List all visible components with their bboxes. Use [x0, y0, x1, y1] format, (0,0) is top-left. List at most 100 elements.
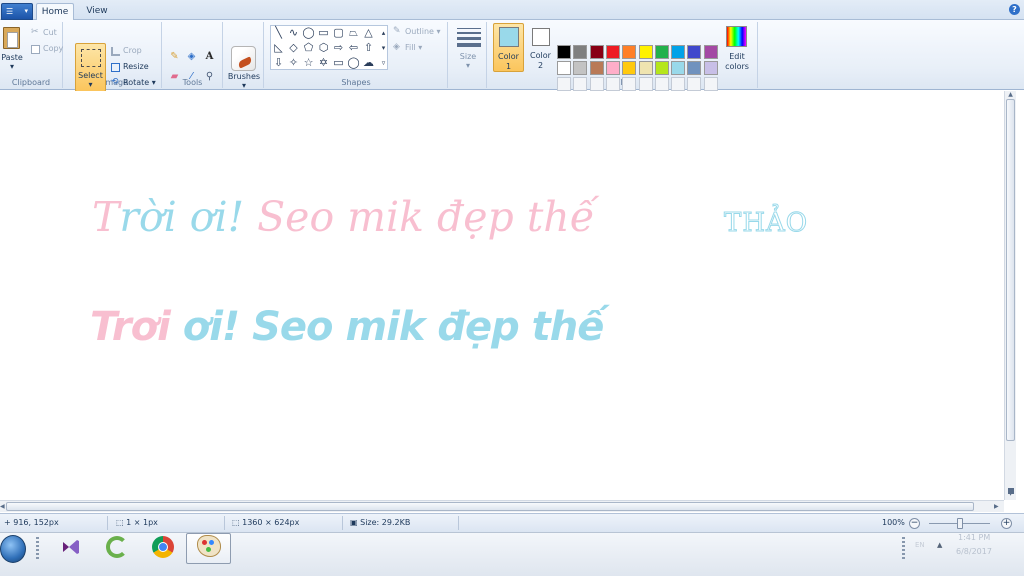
expand-gallery-icon[interactable]: ▿ — [376, 56, 391, 70]
line-shape-icon[interactable]: ╲ — [271, 26, 286, 40]
palette-swatch[interactable] — [703, 45, 718, 59]
left-arrow-shape-icon[interactable]: ⇦ — [346, 41, 361, 55]
paste-button[interactable]: Paste ▾ — [0, 22, 26, 74]
five-point-star-shape-icon[interactable]: ☆ — [301, 56, 316, 70]
line-size-icon[interactable] — [457, 28, 481, 48]
palette-swatch[interactable] — [687, 61, 702, 75]
palette-swatch[interactable] — [605, 61, 620, 75]
vertical-scroll-thumb[interactable] — [1006, 99, 1015, 441]
palette-swatch[interactable] — [654, 61, 669, 75]
custom-color-slot[interactable] — [703, 77, 718, 91]
palette-swatch[interactable] — [654, 45, 669, 59]
hexagon-shape-icon[interactable]: ⬡ — [316, 41, 331, 55]
fill-dropdown[interactable]: ◈ Fill ▾ — [393, 42, 422, 54]
paint-app-icon[interactable] — [197, 535, 221, 557]
custom-color-slot[interactable] — [605, 77, 620, 91]
resize-button[interactable]: Resize — [111, 61, 149, 73]
palette-swatch[interactable] — [671, 61, 686, 75]
color-picker-icon[interactable]: ⁄ — [184, 70, 199, 84]
color-2-button[interactable]: Color 2 — [527, 23, 554, 73]
show-hidden-icons-icon[interactable]: ▲ — [937, 541, 942, 549]
custom-color-slot[interactable] — [557, 77, 571, 91]
palette-swatch[interactable] — [557, 61, 571, 75]
palette-swatch[interactable] — [605, 45, 620, 59]
pencil-icon[interactable]: ✎ — [167, 50, 182, 64]
up-arrow-shape-icon[interactable]: ⇧ — [361, 41, 376, 55]
polygon-shape-icon[interactable]: ⏢ — [346, 26, 361, 40]
custom-color-slot[interactable] — [687, 77, 702, 91]
tray-clock-time[interactable]: 1:41 PM — [958, 533, 990, 542]
zoom-slider-thumb[interactable] — [957, 518, 963, 529]
palette-swatch[interactable] — [638, 45, 653, 59]
brush-icon[interactable] — [231, 46, 256, 71]
scroll-up-arrow-icon[interactable]: ▲ — [1005, 91, 1016, 98]
palette-swatch[interactable] — [671, 45, 686, 59]
palette-swatch[interactable] — [622, 61, 637, 75]
scroll-right-arrow-icon[interactable]: ▶ — [994, 501, 999, 512]
input-language-indicator[interactable]: EN — [915, 541, 925, 549]
cut-button[interactable]: ✂ Cut — [31, 27, 57, 39]
rotate-button[interactable]: ⟲ Rotate ▾ — [111, 77, 156, 89]
horizontal-scroll-thumb[interactable] — [6, 502, 974, 511]
camtasia-icon[interactable] — [106, 536, 128, 558]
eraser-icon[interactable]: ▰ — [167, 70, 182, 84]
six-point-star-shape-icon[interactable]: ✡ — [316, 56, 331, 70]
cloud-callout-shape-icon[interactable]: ☁ — [361, 56, 376, 70]
windows-start-button[interactable] — [0, 535, 26, 563]
zoom-in-icon[interactable]: + — [1001, 518, 1012, 529]
down-arrow-shape-icon[interactable]: ⇩ — [271, 56, 286, 70]
chrome-icon[interactable] — [152, 536, 174, 558]
custom-color-slot[interactable] — [638, 77, 653, 91]
text-tool-icon[interactable]: A — [202, 50, 217, 64]
custom-color-slot[interactable] — [622, 77, 637, 91]
rounded-callout-shape-icon[interactable]: ▭ — [331, 56, 346, 70]
pentagon-shape-icon[interactable]: ⬠ — [301, 41, 316, 55]
rectangle-shape-icon[interactable]: ▭ — [316, 26, 331, 40]
vertical-scrollbar[interactable]: ▲ ▼ — [1004, 91, 1016, 500]
oval-callout-shape-icon[interactable]: ◯ — [346, 56, 361, 70]
tab-view[interactable]: View — [80, 3, 114, 21]
custom-color-slot[interactable] — [654, 77, 669, 91]
rainbow-palette-icon[interactable] — [726, 26, 747, 47]
palette-swatch[interactable] — [638, 61, 653, 75]
custom-color-slot[interactable] — [671, 77, 686, 91]
help-icon[interactable]: ? — [1009, 4, 1020, 15]
curve-shape-icon[interactable]: ∿ — [286, 26, 301, 40]
rounded-rectangle-shape-icon[interactable]: ▢ — [331, 26, 346, 40]
drawing-canvas[interactable] — [0, 91, 1024, 513]
triangle-shape-icon[interactable]: △ — [361, 26, 376, 40]
oval-shape-icon[interactable]: ◯ — [301, 26, 316, 40]
select-button[interactable]: Select ▾ — [75, 43, 106, 92]
copy-button[interactable]: Copy — [31, 43, 63, 55]
palette-swatch[interactable] — [622, 45, 637, 59]
scroll-left-arrow-icon[interactable]: ◀ — [0, 501, 5, 512]
palette-swatch[interactable] — [573, 45, 588, 59]
scroll-down-icon[interactable]: ▾ — [376, 41, 391, 55]
paint-menu-button[interactable]: ☰ ▾ — [1, 3, 33, 20]
diamond-shape-icon[interactable]: ◇ — [286, 41, 301, 55]
tray-clock-date[interactable]: 6/8/2017 — [956, 547, 992, 556]
right-arrow-shape-icon[interactable]: ⇨ — [331, 41, 346, 55]
color-1-button[interactable]: Color 1 — [493, 23, 524, 72]
canvas-resize-handle[interactable] — [1008, 488, 1014, 494]
visual-studio-icon[interactable] — [61, 537, 81, 557]
tab-home[interactable]: Home — [36, 3, 74, 21]
palette-swatch[interactable] — [589, 61, 604, 75]
palette-swatch[interactable] — [557, 45, 571, 59]
horizontal-scrollbar[interactable]: ◀ ▶ — [0, 500, 1004, 512]
palette-swatch[interactable] — [589, 45, 604, 59]
palette-swatch[interactable] — [703, 61, 718, 75]
four-point-star-shape-icon[interactable]: ✧ — [286, 56, 301, 70]
right-triangle-shape-icon[interactable]: ◺ — [271, 41, 286, 55]
outline-dropdown[interactable]: ✎ Outline ▾ — [393, 26, 441, 38]
scroll-up-icon[interactable]: ▴ — [376, 26, 391, 40]
palette-swatch[interactable] — [573, 61, 588, 75]
magnifier-icon[interactable]: ⚲ — [202, 70, 217, 84]
custom-color-slot[interactable] — [589, 77, 604, 91]
fill-bucket-icon[interactable]: ◈ — [184, 50, 199, 64]
zoom-out-icon[interactable]: − — [909, 518, 920, 529]
palette-swatch[interactable] — [687, 45, 702, 59]
crop-button[interactable]: Crop — [111, 45, 142, 57]
custom-color-slot[interactable] — [573, 77, 588, 91]
edit-colors-label[interactable]: Edit colors — [719, 52, 755, 72]
